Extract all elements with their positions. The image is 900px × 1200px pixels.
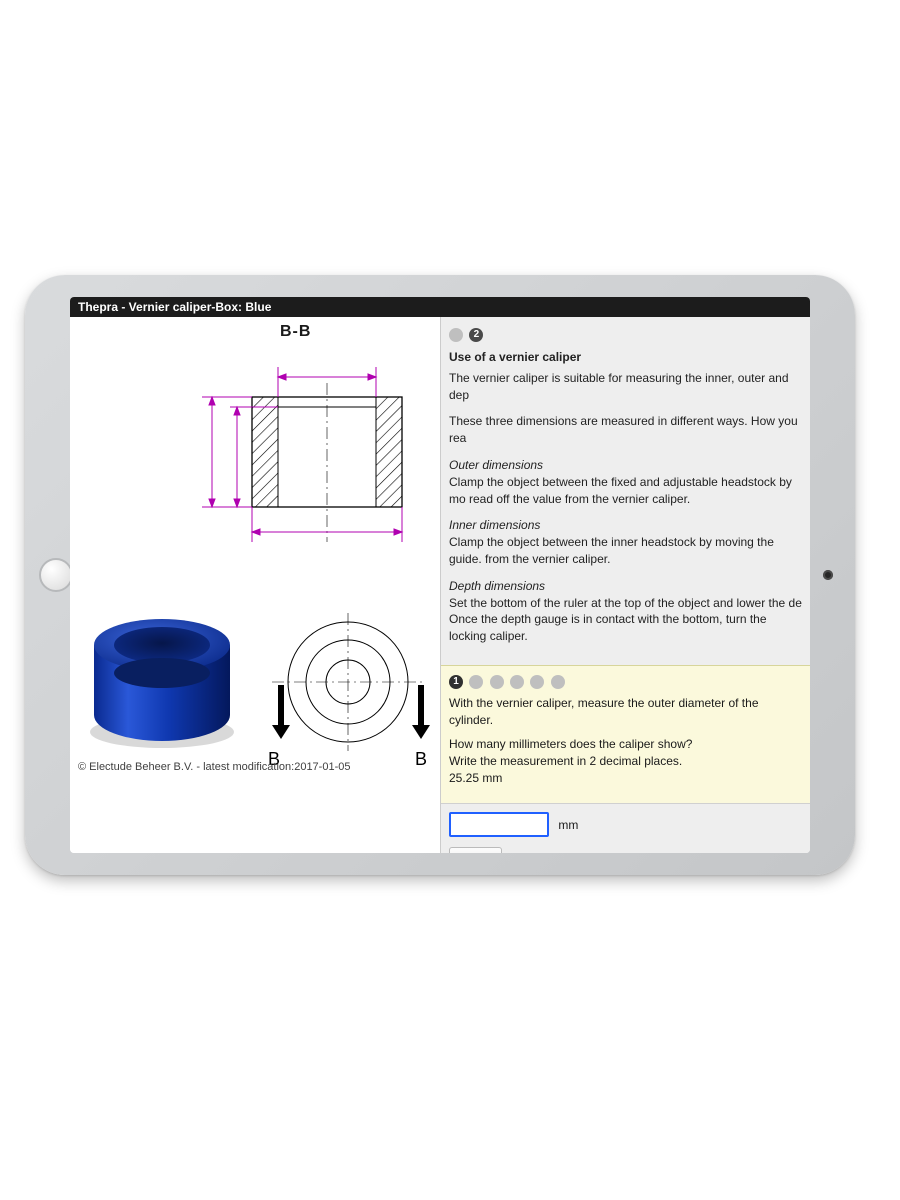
- answer-input[interactable]: [449, 812, 549, 837]
- question-step-4[interactable]: [510, 675, 524, 689]
- question-example: 25.25 mm: [449, 771, 502, 785]
- tab-1[interactable]: [449, 328, 463, 342]
- page-tabs: 2: [441, 317, 810, 346]
- plan-drawing: B B: [260, 607, 436, 777]
- section-label: B-B: [280, 323, 311, 341]
- question-line2: How many millimeters does the caliper sh…: [449, 737, 692, 751]
- screen: Thepra - Vernier caliper-Box: Blue B-B: [70, 297, 810, 853]
- question-line3: Write the measurement in 2 decimal place…: [449, 754, 682, 768]
- question-step-5[interactable]: [530, 675, 544, 689]
- question-step-6[interactable]: [551, 675, 565, 689]
- product-render: [82, 587, 252, 757]
- front-camera: [823, 570, 833, 580]
- question-block: 1 With the vernier caliper, measure the …: [441, 665, 810, 803]
- question-step-3[interactable]: [490, 675, 504, 689]
- copyright: © Electude Beheer B.V. - latest modifica…: [78, 761, 350, 773]
- tab-2[interactable]: 2: [469, 328, 483, 342]
- answer-unit: mm: [558, 818, 578, 832]
- outer-heading: Outer dimensions: [449, 458, 543, 472]
- home-button[interactable]: [39, 558, 73, 592]
- intro-p2: These three dimensions are measured in d…: [449, 413, 802, 447]
- outer-text: Clamp the object between the fixed and a…: [449, 475, 792, 506]
- question-step-2[interactable]: [469, 675, 483, 689]
- page-title: Thepra - Vernier caliper-Box: Blue: [70, 297, 810, 317]
- section-drawing: [132, 347, 412, 557]
- intro-heading: Use of a vernier caliper: [449, 350, 802, 364]
- depth-heading: Depth dimensions: [449, 579, 545, 593]
- inner-text: Clamp the object between the inner heads…: [449, 535, 774, 566]
- tablet-frame: Thepra - Vernier caliper-Box: Blue B-B: [25, 275, 855, 875]
- diagram-pane: B-B: [70, 317, 440, 853]
- instruction-pane: 2 Use of a vernier caliper The vernier c…: [440, 317, 810, 853]
- depth-text: Set the bottom of the ruler at the top o…: [449, 596, 802, 644]
- intro-p1: The vernier caliper is suitable for meas…: [449, 370, 802, 404]
- check-button[interactable]: check: [449, 847, 502, 853]
- question-step-1[interactable]: 1: [449, 675, 463, 689]
- arrow-label-right: B: [415, 749, 427, 769]
- inner-heading: Inner dimensions: [449, 518, 540, 532]
- question-line1: With the vernier caliper, measure the ou…: [449, 695, 802, 729]
